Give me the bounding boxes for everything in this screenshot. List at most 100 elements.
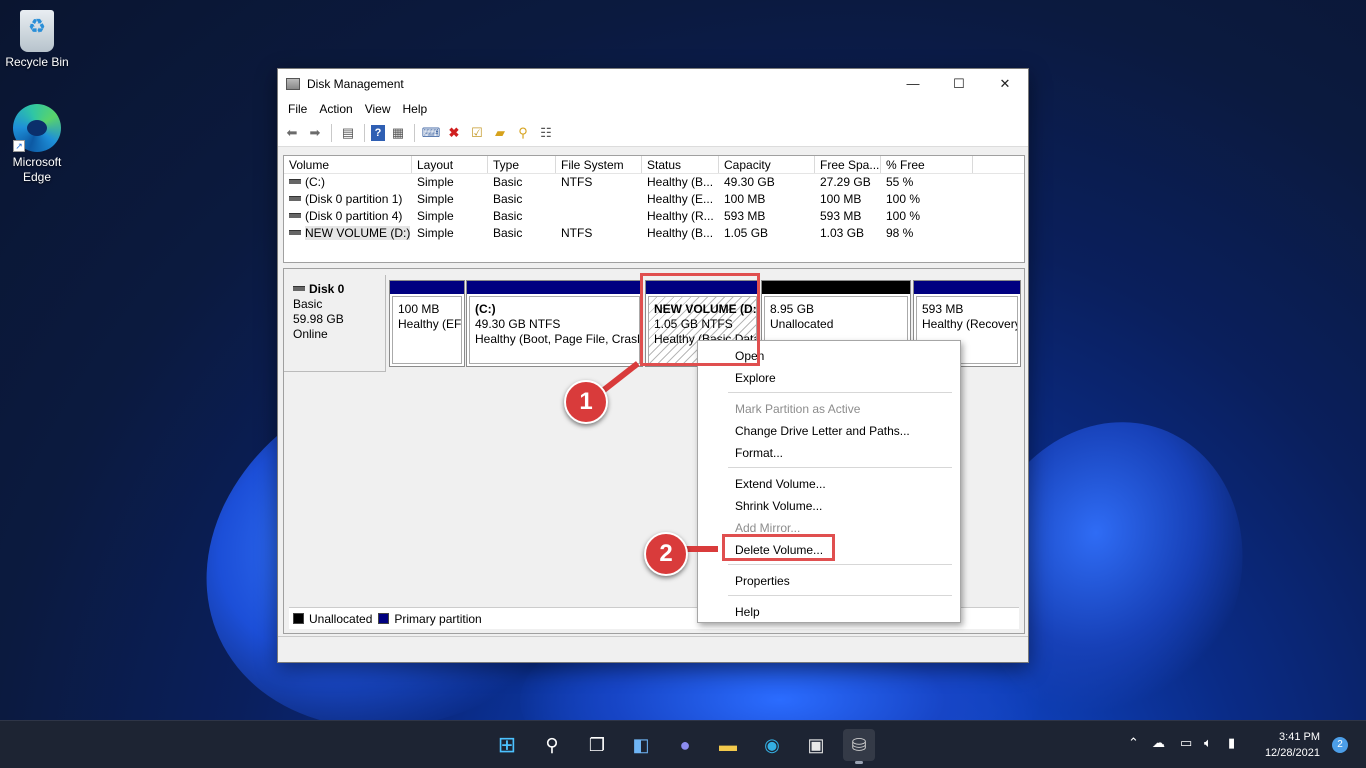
step-badge-2: 2 — [644, 532, 688, 576]
open-folder-icon[interactable]: ▰ — [490, 123, 510, 143]
menu-item-change-drive-letter[interactable]: Change Drive Letter and Paths... — [698, 419, 960, 441]
drive-icon — [289, 230, 301, 235]
disk-name: Disk 0 — [309, 282, 345, 296]
partition-c[interactable]: (C:) 49.30 GB NTFS Healthy (Boot, Page Fil… — [466, 280, 643, 367]
explore-icon[interactable]: ⚲ — [513, 123, 533, 143]
store-icon[interactable]: ▣ — [800, 729, 832, 761]
file-system-cell: NTFS — [561, 226, 593, 240]
free-space-cell: 1.03 GB — [820, 226, 865, 240]
drive-icon — [289, 179, 301, 184]
maximize-button[interactable]: ☐ — [936, 69, 982, 98]
annotation-arrow-2 — [684, 546, 718, 552]
disk-icon — [293, 286, 305, 291]
menu-item-help[interactable]: Help — [698, 600, 960, 622]
menu-view[interactable]: View — [359, 102, 397, 116]
column-header-percent-free[interactable]: % Free — [881, 156, 973, 173]
partition-status: Healthy (Recovery — [922, 317, 1018, 331]
check-icon[interactable]: ☑ — [467, 123, 487, 143]
widgets-icon[interactable]: ◧ — [625, 729, 657, 761]
status-cell: Healthy (B... — [647, 175, 714, 189]
connect-icon[interactable]: ⌨ — [421, 123, 441, 143]
console-icon[interactable]: ▦ — [388, 123, 408, 143]
desktop-icon-recycle-bin[interactable]: Recycle Bin — [0, 6, 74, 70]
column-header-layout[interactable]: Layout — [412, 156, 488, 173]
menu-bar: File Action View Help — [278, 98, 1028, 120]
search-icon[interactable]: ⚲ — [536, 729, 568, 761]
column-header-status[interactable]: Status — [642, 156, 719, 173]
table-row[interactable]: (C:) Simple Basic NTFS Healthy (B... 49.… — [284, 174, 1024, 191]
partition-status: Healthy (EF — [398, 317, 462, 331]
forward-icon[interactable]: ➡ — [305, 123, 325, 143]
type-cell: Basic — [493, 226, 523, 240]
column-header-free-space[interactable]: Free Spa... — [815, 156, 881, 173]
capacity-cell: 1.05 GB — [724, 226, 769, 240]
onedrive-icon[interactable]: ☁ — [1152, 735, 1165, 751]
volume-name: (Disk 0 partition 4) — [305, 209, 403, 223]
display-icon[interactable]: ▭ — [1180, 735, 1192, 751]
table-row[interactable]: (Disk 0 partition 4) Simple Basic Health… — [284, 208, 1024, 225]
volume-name: (Disk 0 partition 1) — [305, 192, 403, 206]
legend-primary-partition: Primary partition — [394, 611, 482, 626]
column-header-file-system[interactable]: File System — [556, 156, 642, 173]
legend-unallocated: Unallocated — [309, 611, 373, 626]
file-explorer-icon[interactable]: ▬ — [712, 729, 744, 761]
back-icon[interactable]: ⬅ — [282, 123, 302, 143]
column-header-capacity[interactable]: Capacity — [719, 156, 815, 173]
type-cell: Basic — [493, 175, 523, 189]
battery-icon[interactable]: ▮ — [1228, 735, 1235, 751]
clock-date: 12/28/2021 — [1264, 747, 1320, 759]
drive-icon — [289, 196, 301, 201]
menu-help[interactable]: Help — [397, 102, 434, 116]
menu-action[interactable]: Action — [313, 102, 358, 116]
disk-management-app-icon — [286, 77, 300, 90]
column-header-type[interactable]: Type — [488, 156, 556, 173]
properties-icon[interactable]: ▤ — [338, 123, 358, 143]
layout-cell: Simple — [417, 226, 454, 240]
toolbar-separator — [331, 124, 332, 142]
help-icon[interactable]: ? — [371, 125, 385, 141]
status-cell: Healthy (E... — [647, 192, 714, 206]
primary-partition-swatch — [378, 613, 390, 624]
window-title: Disk Management — [307, 76, 404, 91]
edge-icon[interactable]: ◉ — [756, 729, 788, 761]
toolbar-separator — [414, 124, 415, 142]
menu-item-properties[interactable]: Properties — [698, 569, 960, 591]
partition-efi[interactable]: 100 MB Healthy (EF — [389, 280, 465, 367]
toolbar: ⬅ ➡ ▤ ? ▦ ⌨ ✖ ☑ ▰ ⚲ ☷ — [278, 120, 1028, 147]
partition-title: (C:) — [475, 302, 496, 316]
partition-size: 593 MB — [922, 302, 964, 316]
column-header-volume[interactable]: Volume — [284, 156, 412, 173]
type-cell: Basic — [493, 209, 523, 223]
task-view-icon[interactable]: ❐ — [581, 729, 613, 761]
partition-bar — [390, 281, 464, 294]
notification-badge[interactable]: 2 — [1332, 737, 1348, 753]
status-cell: Healthy (B... — [647, 226, 714, 240]
list-icon[interactable]: ☷ — [536, 123, 556, 143]
start-icon[interactable]: ⊞ — [491, 729, 523, 761]
menu-item-shrink-volume[interactable]: Shrink Volume... — [698, 494, 960, 516]
desktop-icon-microsoft-edge[interactable]: ↗ Microsoft Edge — [0, 104, 74, 185]
table-row[interactable]: (Disk 0 partition 1) Simple Basic Health… — [284, 191, 1024, 208]
minimize-button[interactable]: — — [890, 69, 936, 98]
percent-free-cell: 100 % — [886, 192, 921, 206]
disk-management-icon[interactable]: ⛁ — [843, 729, 875, 764]
partition-bar — [467, 281, 642, 294]
close-button[interactable]: ✕ — [982, 69, 1028, 98]
menu-separator — [728, 392, 952, 393]
table-row[interactable]: NEW VOLUME (D:) Simple Basic NTFS Health… — [284, 225, 1024, 242]
disk-size: 59.98 GB — [293, 312, 344, 326]
menu-item-extend-volume[interactable]: Extend Volume... — [698, 472, 960, 494]
show-hidden-icons-icon[interactable]: ⌃ — [1128, 735, 1139, 751]
title-bar[interactable]: Disk Management — ☐ ✕ — [278, 69, 1028, 98]
disk-label[interactable]: Disk 0 Basic 59.98 GB Online — [284, 275, 386, 372]
volume-icon[interactable]: 🔈︎ — [1204, 735, 1212, 751]
clock[interactable]: 3:41 PM 12/28/2021 — [1265, 729, 1320, 761]
drive-icon — [289, 213, 301, 218]
menu-item-format[interactable]: Format... — [698, 441, 960, 463]
menu-file[interactable]: File — [282, 102, 313, 116]
disk-type: Basic — [293, 297, 323, 311]
delete-icon[interactable]: ✖ — [444, 123, 464, 143]
volume-list-header: Volume Layout Type File System Status Ca… — [284, 156, 1024, 174]
chat-icon[interactable]: ● — [669, 729, 701, 761]
menu-item-explore[interactable]: Explore — [698, 366, 960, 388]
